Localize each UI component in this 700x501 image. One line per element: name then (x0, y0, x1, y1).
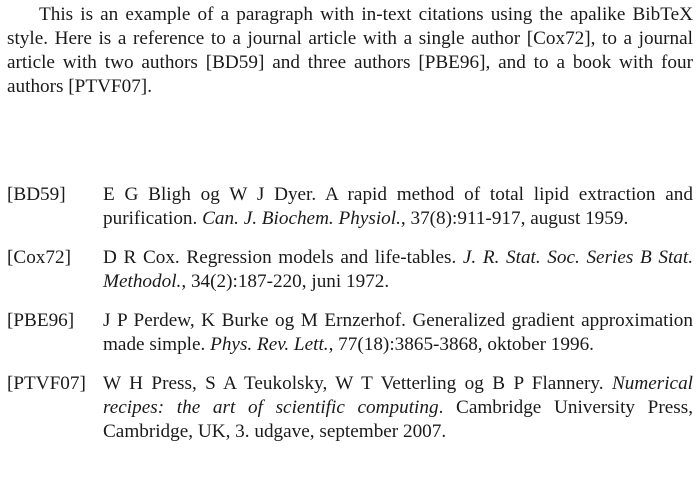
bib-details: , 37(8):911-917, august 1959. (400, 208, 629, 229)
bib-authors: J P Perdew, K Burke og M Ernzerhof. (103, 310, 413, 331)
bib-venue: Phys. Rev. Lett. (210, 334, 329, 355)
bib-title: Regression models and life-tables. (186, 247, 463, 268)
bib-authors: D R Cox. (103, 247, 187, 268)
citation-bd59[interactable]: [BD59] (206, 52, 265, 73)
bib-details: , 77(18):3865-3868, oktober 1996. (328, 334, 594, 355)
bibliography: [BD59] E G Bligh og W J Dyer. A rapid me… (7, 183, 693, 459)
bib-label: [PBE96] (7, 310, 75, 331)
bib-entry-bd59: [BD59] E G Bligh og W J Dyer. A rapid me… (7, 183, 693, 231)
bib-text: E G Bligh og W J Dyer. A rapid method of… (103, 183, 693, 231)
bib-label: [PTVF07] (7, 373, 86, 394)
bib-details: , 34(2):187-220, juni 1972. (181, 271, 390, 292)
bib-authors: W H Press, S A Teukolsky, W T Vetterling… (103, 373, 612, 394)
bib-text: D R Cox. Regression models and life-tabl… (103, 246, 693, 294)
bib-label: [Cox72] (7, 247, 71, 268)
bib-authors: E G Bligh og W J Dyer. (103, 184, 325, 205)
bib-label: [BD59] (7, 184, 66, 205)
bib-entry-pbe96: [PBE96] J P Perdew, K Burke og M Ernzerh… (7, 309, 693, 357)
intro-paragraph: This is an example of a paragraph with i… (7, 3, 693, 99)
bib-text: J P Perdew, K Burke og M Ernzerhof. Gene… (103, 309, 693, 357)
citation-pbe96[interactable]: [PBE96] (418, 52, 485, 73)
citation-ptvf07[interactable]: [PTVF07] (68, 76, 147, 97)
bib-text: W H Press, S A Teukolsky, W T Vetterling… (103, 372, 693, 444)
intro-text: . (147, 76, 152, 97)
bib-entry-cox72: [Cox72] D R Cox. Regression models and l… (7, 246, 693, 294)
bib-venue: Can. J. Biochem. Physiol. (202, 208, 401, 229)
intro-text: and three authors (264, 52, 419, 73)
bib-entry-ptvf07: [PTVF07] W H Press, S A Teukolsky, W T V… (7, 372, 693, 444)
citation-cox72[interactable]: [Cox72] (527, 28, 591, 49)
